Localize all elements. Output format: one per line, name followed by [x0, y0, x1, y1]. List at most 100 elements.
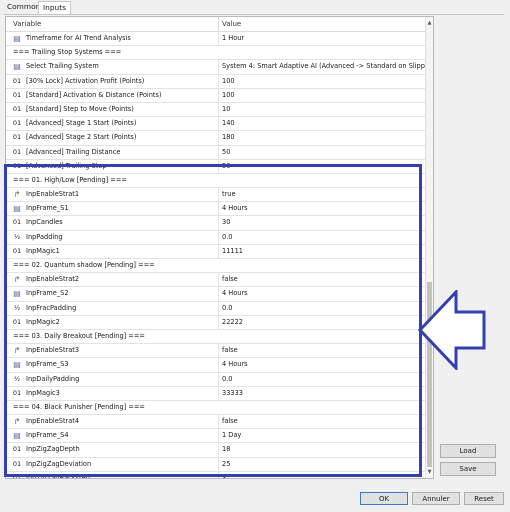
column-header-variable[interactable]: Variable: [13, 17, 41, 31]
double-icon: ½: [13, 303, 21, 312]
table-row[interactable]: 01 InpCandles 30: [6, 216, 427, 231]
integer-icon: 01: [12, 119, 22, 128]
variable-name: InpEnableStrat3: [26, 346, 80, 355]
table-row[interactable]: 01 [Advanced] Trailing Distance 50: [6, 145, 427, 160]
variable-value[interactable]: 18: [218, 443, 427, 457]
variable-name: === 03. Daily Breakout [Pending] ===: [13, 331, 145, 340]
variable-value[interactable]: 0.0: [218, 372, 427, 386]
scroll-up-icon[interactable]: ▲: [426, 19, 433, 27]
table-row[interactable]: 01 InpZigZagBackstep 3: [6, 471, 427, 478]
variable-name: [Advanced] Trailing Distance: [26, 147, 121, 156]
table-row[interactable]: 01 [Advanced] Trailing Step 50: [6, 159, 427, 174]
reset-button[interactable]: Reset: [464, 492, 504, 505]
table-row[interactable]: ↱ InpEnableStrat3 false: [6, 344, 427, 359]
left-arrow-icon: [418, 290, 486, 370]
variable-value[interactable]: 100: [218, 88, 427, 102]
table-row[interactable]: 01 [30% Lock] Activation Profit (Points) 1…: [6, 74, 427, 89]
bool-flag-icon: ↱: [13, 346, 21, 356]
section-header-row: === 04. Black Punisher [Pending] ===: [6, 401, 426, 416]
variable-name: [Advanced] Stage 2 Start (Points): [26, 133, 137, 142]
variable-value[interactable]: 0.0: [218, 301, 427, 315]
variable-value[interactable]: 100: [218, 74, 427, 88]
table-row[interactable]: 01 [Standard] Step to Move (Points) 10: [6, 102, 427, 118]
table-row[interactable]: 01 [Advanced] Stage 1 Start (Points) 140: [6, 117, 427, 132]
variable-value[interactable]: 33333: [218, 386, 427, 400]
table-row[interactable]: 01 InpZigZagDeviation 25: [6, 457, 427, 472]
variable-value[interactable]: 22222: [218, 315, 427, 329]
variable-name: InpFrame_S1: [26, 204, 69, 213]
tab-inputs[interactable]: Inputs: [38, 1, 71, 15]
variable-value[interactable]: System 4: Smart Adaptive AI (Advanced ->…: [218, 60, 427, 74]
variable-value[interactable]: false: [218, 344, 427, 358]
bool-flag-icon: ↱: [13, 275, 21, 285]
variable-name: Timeframe for AI Trend Analysis: [26, 34, 131, 42]
table-row[interactable]: ½ InpDailyPadding 0.0: [6, 372, 427, 387]
variable-value[interactable]: 4 Hours: [218, 202, 427, 216]
integer-icon: 01: [12, 218, 22, 227]
variable-value[interactable]: 140: [218, 117, 427, 131]
enum-list-icon: ▤: [13, 360, 21, 370]
variable-value[interactable]: 4 Hours: [218, 358, 427, 372]
table-row[interactable]: ▤ InpFrame_S3 4 Hours: [6, 358, 427, 373]
enum-list-icon: ▤: [13, 289, 21, 299]
variable-name: InpZigZagDeviation: [26, 459, 92, 468]
variable-name: Select Trailing System: [26, 62, 99, 71]
variable-value[interactable]: false: [218, 273, 427, 287]
bool-flag-icon: ↱: [13, 417, 21, 427]
variable-name: InpFrame_S3: [26, 360, 69, 369]
variable-name: [Standard] Activation & Distance (Points…: [26, 90, 162, 99]
cancel-button[interactable]: Annuler: [412, 492, 460, 505]
variable-value[interactable]: 30: [218, 216, 427, 230]
table-row[interactable]: ▤ InpFrame_S2 4 Hours: [6, 287, 427, 302]
vertical-scrollbar[interactable]: ▲ ▼: [425, 17, 433, 478]
table-row[interactable]: ½ InpPadding 0.0: [6, 230, 427, 245]
variable-value[interactable]: 50: [218, 145, 427, 159]
bool-flag-icon: ↱: [13, 190, 21, 200]
inputs-grid: Variable Value ▤ Timeframe for AI Trend A…: [5, 16, 434, 479]
double-icon: ½: [13, 374, 21, 383]
variable-value[interactable]: 10: [218, 102, 427, 117]
table-row[interactable]: 01 [Standard] Activation & Distance (Poin…: [6, 88, 427, 103]
variable-name: InpFracPadding: [26, 303, 77, 312]
variable-name: InpEnableStrat4: [26, 417, 80, 426]
variable-value[interactable]: 1 Day: [218, 429, 427, 443]
table-row[interactable]: 01 InpMagic1 11111: [6, 244, 427, 259]
variable-value[interactable]: 180: [218, 131, 427, 145]
variable-value[interactable]: 50: [218, 159, 427, 173]
table-row[interactable]: 01 InpMagic3 33333: [6, 386, 427, 401]
table-row[interactable]: ↱ InpEnableStrat2 false: [6, 273, 427, 288]
variable-value[interactable]: false: [218, 415, 427, 429]
section-header-row: === 03. Daily Breakout [Pending] ===: [6, 330, 426, 345]
table-row[interactable]: ▤ InpFrame_S4 1 Day: [6, 429, 427, 444]
integer-icon: 01: [12, 459, 22, 468]
table-row[interactable]: ↱ InpEnableStrat1 true: [6, 188, 427, 203]
table-row[interactable]: ▤ Select Trailing System System 4: Smart A…: [6, 60, 427, 75]
table-row[interactable]: 01 InpZigZagDepth 18: [6, 443, 427, 458]
load-button[interactable]: Load: [440, 444, 496, 458]
variable-name: [Standard] Step to Move (Points): [26, 104, 134, 113]
variable-value[interactable]: 0.0: [218, 230, 427, 244]
table-row[interactable]: 01 [Advanced] Stage 2 Start (Points) 180: [6, 131, 427, 146]
save-button[interactable]: Save: [440, 462, 496, 476]
variable-value[interactable]: 25: [218, 457, 427, 471]
table-row[interactable]: ▤ InpFrame_S1 4 Hours: [6, 202, 427, 217]
table-row[interactable]: ↱ InpEnableStrat4 false: [6, 415, 427, 430]
scroll-down-icon[interactable]: ▼: [426, 468, 433, 476]
table-row[interactable]: 01 InpMagic2 22222: [6, 315, 427, 330]
variable-value[interactable]: 1 Hour: [218, 32, 427, 46]
variable-name: === 01. High/Low [Pending] ===: [13, 175, 127, 184]
table-row[interactable]: ▤ Timeframe for AI Trend Analysis 1 Hour: [6, 32, 427, 47]
variable-value[interactable]: 3: [218, 471, 427, 478]
variable-name: === 02. Quantum shadow [Pending] ===: [13, 261, 155, 269]
section-header-row: === 02. Quantum shadow [Pending] ===: [6, 259, 426, 274]
variable-value[interactable]: 11111: [218, 244, 427, 258]
table-row[interactable]: ½ InpFracPadding 0.0: [6, 301, 427, 316]
column-header-value[interactable]: Value: [218, 17, 241, 31]
variable-value: [218, 330, 426, 343]
integer-icon: 01: [12, 161, 22, 170]
ok-button[interactable]: OK: [360, 492, 408, 505]
variable-value[interactable]: true: [218, 188, 427, 202]
enum-list-icon: ▤: [13, 34, 21, 43]
integer-icon: 01: [12, 133, 22, 142]
variable-value[interactable]: 4 Hours: [218, 287, 427, 301]
